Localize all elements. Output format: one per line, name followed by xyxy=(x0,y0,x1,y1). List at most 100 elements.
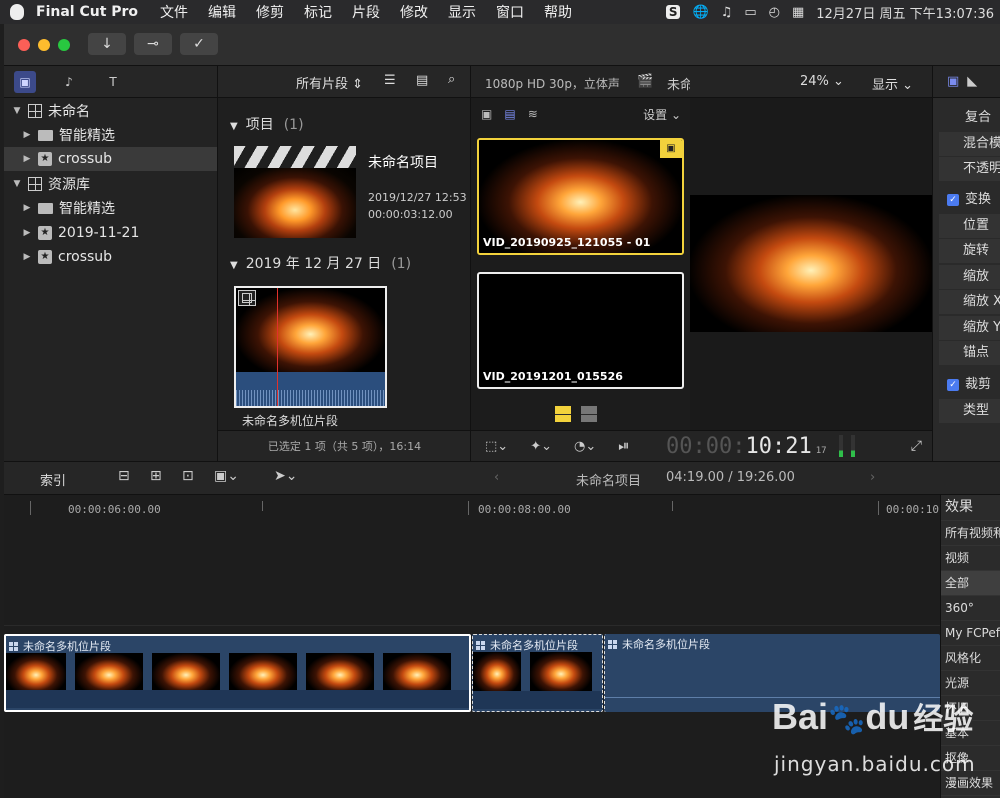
projects-section-header[interactable]: ▼ 项目 (1) xyxy=(230,114,304,134)
menu-modify[interactable]: 修改 xyxy=(400,2,428,22)
disclosure-closed-icon[interactable]: ▶ xyxy=(22,252,32,262)
search-icon[interactable]: ⌕ xyxy=(448,72,455,87)
photos-audio-icon[interactable]: ♪ xyxy=(58,71,80,93)
connect-clip-icon[interactable]: ⊟ xyxy=(118,468,130,484)
history-back-icon[interactable]: ‹ xyxy=(494,470,499,485)
multicam-clip-thumbnail[interactable] xyxy=(234,286,387,408)
disclosure-closed-icon[interactable]: ▶ xyxy=(22,228,32,238)
minimize-window-button[interactable] xyxy=(38,39,50,51)
position-row[interactable]: 位置 xyxy=(939,214,1000,238)
library-row-2019-11-21[interactable]: ▶ ★ 2019-11-21 xyxy=(4,221,217,245)
menu-file[interactable]: 文件 xyxy=(160,2,188,22)
sogou-input-icon[interactable]: S xyxy=(665,5,681,19)
libraries-icon[interactable]: ▣ xyxy=(14,70,36,93)
viewer-video-frame[interactable] xyxy=(690,195,932,332)
music-icon[interactable]: ♫ xyxy=(721,5,733,20)
clip-filter-dropdown[interactable]: 所有片段 ⇕ xyxy=(296,73,363,92)
clock-text[interactable]: 12月27日 周五 下午13:07:36 xyxy=(816,3,994,22)
project-thumbnail[interactable] xyxy=(234,146,356,238)
time-machine-icon[interactable]: ◴ xyxy=(769,5,780,20)
timecode-main[interactable]: 10:21 xyxy=(745,434,811,459)
menu-mark[interactable]: 标记 xyxy=(304,2,332,22)
transform-header[interactable]: 变换 xyxy=(939,188,1000,212)
fullscreen-icon[interactable]: ⤢ xyxy=(911,438,922,454)
index-button[interactable]: 索引 xyxy=(40,470,66,489)
background-tasks-button[interactable]: ✓ xyxy=(180,33,218,55)
library-row-crossub-2[interactable]: ▶ ★ crossub xyxy=(4,245,217,269)
scale-row[interactable]: 缩放 xyxy=(939,265,1000,289)
select-tool-icon[interactable]: ➤⌄ xyxy=(274,468,297,484)
zoom-dropdown[interactable]: 24% ⌄ xyxy=(800,74,844,89)
insert-clip-icon[interactable]: ⊞ xyxy=(150,468,162,484)
video-inspector-icon[interactable]: ▣ xyxy=(947,74,959,89)
effects-item-360[interactable]: 360° xyxy=(941,596,1000,621)
menu-help[interactable]: 帮助 xyxy=(544,2,572,22)
blend-mode-row[interactable]: 混合模 xyxy=(939,132,1000,156)
timeline-clip-2[interactable]: 未命名多机位片段 xyxy=(472,634,603,712)
disclosure-closed-icon[interactable]: ▶ xyxy=(22,154,32,164)
timeline-clip-1[interactable]: 未命名多机位片段 xyxy=(4,634,471,712)
ruler-tick xyxy=(672,501,673,511)
display-dropdown[interactable]: 显示 ⌄ xyxy=(872,74,913,93)
effects-item-all[interactable]: 全部 xyxy=(941,571,1000,596)
crop-header[interactable]: 裁剪 xyxy=(939,373,1000,397)
app-menu[interactable]: Final Cut Pro xyxy=(36,4,138,20)
menu-edit[interactable]: 编辑 xyxy=(208,2,236,22)
audio-only-switch-icon[interactable]: ≋ xyxy=(528,107,538,121)
crop-type-row[interactable]: 类型 xyxy=(939,399,1000,423)
color-inspector-icon[interactable]: ◣ xyxy=(967,74,977,89)
disclosure-open-icon[interactable]: ▼ xyxy=(12,179,22,189)
effects-item-video[interactable]: 视频 xyxy=(941,546,1000,571)
opacity-row[interactable]: 不透明 xyxy=(939,157,1000,181)
scale-y-row[interactable]: 缩放 Y xyxy=(939,316,1000,340)
scale-x-row[interactable]: 缩放 X xyxy=(939,290,1000,314)
angle-tile-2[interactable]: VID_20191201_015526 xyxy=(477,272,684,389)
video-only-switch-icon[interactable]: ▤ xyxy=(504,107,515,121)
retime-speed-icon[interactable]: ◔⌄ xyxy=(574,439,596,454)
library-row-unnamed[interactable]: ▼ 未命名 xyxy=(4,99,217,123)
effects-item-all-video-audio[interactable]: 所有视频和 xyxy=(941,521,1000,546)
airplay-icon[interactable]: ▭ xyxy=(744,5,756,20)
disclosure-closed-icon[interactable]: ▶ xyxy=(22,130,32,140)
overwrite-clip-icon[interactable]: ▣⌄ xyxy=(214,468,239,484)
import-button[interactable]: ↓ xyxy=(88,33,126,55)
disclosure-closed-icon[interactable]: ▶ xyxy=(22,203,32,213)
transform-tool-icon[interactable]: ⬚⌄ xyxy=(485,439,508,454)
play-pause-icon[interactable]: ⏯ xyxy=(618,438,629,454)
titles-generators-icon[interactable]: T xyxy=(102,71,124,93)
angle-settings-dropdown[interactable]: 设置 ⌄ xyxy=(643,106,681,123)
calendar-icon[interactable]: ▦ xyxy=(792,5,804,20)
effects-item-stylize[interactable]: 风格化 xyxy=(941,646,1000,671)
menu-trim[interactable]: 修剪 xyxy=(256,2,284,22)
enhance-tool-icon[interactable]: ✦⌄ xyxy=(530,439,552,454)
library-row-smart-collections-2[interactable]: ▶ 智能精选 xyxy=(4,196,217,220)
disclosure-open-icon[interactable]: ▼ xyxy=(12,106,22,116)
keywords-button[interactable]: ⊸ xyxy=(134,33,172,55)
video-audio-switch-icon[interactable]: ▣ xyxy=(481,107,492,121)
menu-view[interactable]: 显示 xyxy=(448,2,476,22)
anchor-row[interactable]: 锚点 xyxy=(939,341,1000,365)
library-row-smart-collections[interactable]: ▶ 智能精选 xyxy=(4,123,217,147)
rotation-row[interactable]: 旋转 xyxy=(939,239,1000,263)
close-window-button[interactable] xyxy=(18,39,30,51)
grid-icon xyxy=(242,293,255,306)
append-clip-icon[interactable]: ⊡ xyxy=(182,468,194,484)
list-view-icon[interactable]: ☰ xyxy=(384,73,396,88)
skimmer-playhead[interactable] xyxy=(277,288,278,406)
project-name[interactable]: 未命名项目 xyxy=(368,152,438,172)
library-row-crossub-selected[interactable]: ▶ ★ crossub xyxy=(4,147,217,171)
date-section-header[interactable]: ▼ 2019 年 12 月 27 日 (1) xyxy=(230,253,411,273)
globe-icon[interactable]: 🌐 xyxy=(692,5,708,20)
zoom-window-button[interactable] xyxy=(58,39,70,51)
menu-window[interactable]: 窗口 xyxy=(496,2,524,22)
clip-name[interactable]: 未命名多机位片段 xyxy=(242,412,338,429)
bank-1-icon[interactable] xyxy=(555,406,571,422)
bank-2-icon[interactable] xyxy=(581,406,597,422)
menu-clip[interactable]: 片段 xyxy=(352,2,380,22)
effects-item-my-fcpef[interactable]: My FCPef xyxy=(941,621,1000,646)
library-row-resources[interactable]: ▼ 资源库 xyxy=(4,172,217,196)
angle-tile-1-active[interactable]: ▣ VID_20190925_121055 - 01 xyxy=(477,138,684,255)
apple-icon[interactable] xyxy=(10,4,24,20)
filmstrip-view-icon[interactable]: ▤ xyxy=(416,73,428,88)
history-forward-icon[interactable]: › xyxy=(870,470,875,485)
